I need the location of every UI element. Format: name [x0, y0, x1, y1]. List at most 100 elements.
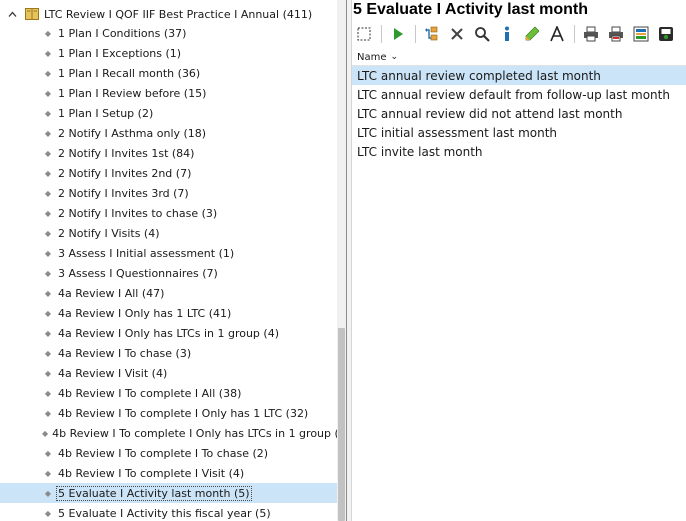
tree-item-label: 1 Plan I Review before (15) [58, 86, 207, 100]
tree-item[interactable]: ◆ 4b Review I To complete I Only has 1 LT… [0, 403, 340, 423]
list-item[interactable]: LTC initial assessment last month [352, 123, 686, 142]
print-red-icon[interactable] [606, 24, 626, 44]
bullet-icon: ◆ [44, 228, 52, 238]
select-icon[interactable] [354, 24, 374, 44]
tree-item[interactable]: ◆ 1 Plan I Exceptions (1) [0, 43, 340, 63]
report-panel: 5 Evaluate I Activity last month Name ⌄ … [352, 0, 686, 521]
tree-item[interactable]: ◆ 2 Notify I Visits (4) [0, 223, 340, 243]
tree-item-label: 4a Review I Only has 1 LTC (41) [58, 306, 232, 320]
tree-root[interactable]: LTC Review I QOF IIF Best Practice I Ann… [0, 4, 340, 24]
tree-item[interactable]: ◆ 5 Evaluate I Activity last month (5) [0, 483, 340, 503]
tree-item-label: 4a Review I Only has LTCs in 1 group (4) [58, 326, 279, 340]
bullet-icon: ◆ [44, 368, 52, 378]
tree-item-label: 1 Plan I Setup (2) [58, 106, 154, 120]
tree-item-label: 2 Notify I Invites 1st (84) [58, 146, 195, 160]
print-icon[interactable] [581, 24, 601, 44]
search-icon[interactable] [472, 24, 492, 44]
export-icon[interactable] [631, 24, 651, 44]
tree-item-label: 4a Review I Visit (4) [58, 366, 168, 380]
tree-pane: LTC Review I QOF IIF Best Practice I Ann… [0, 0, 346, 521]
tree-item[interactable]: ◆ 1 Plan I Review before (15) [0, 83, 340, 103]
list-item[interactable]: LTC annual review default from follow-up… [352, 85, 686, 104]
tree-item-label: 2 Notify I Visits (4) [58, 226, 160, 240]
bullet-icon: ◆ [44, 88, 52, 98]
save-icon[interactable] [656, 24, 676, 44]
bullet-icon: ◆ [44, 408, 52, 418]
tree-item[interactable]: ◆ 4a Review I To chase (3) [0, 343, 340, 363]
tree-item-label: 4b Review I To complete I To chase (2) [58, 446, 269, 460]
bullet-icon: ◆ [44, 448, 52, 458]
tree-item-label: 2 Notify I Invites 3rd (7) [58, 186, 189, 200]
bullet-icon: ◆ [44, 108, 52, 118]
tree-item-label: 4b Review I To complete I Only has 1 LTC… [58, 406, 309, 420]
bullet-icon: ◆ [44, 168, 52, 178]
tree-item[interactable]: ◆ 2 Notify I Invites 3rd (7) [0, 183, 340, 203]
tree-item-label: 5 Evaluate I Activity this fiscal year (… [58, 506, 271, 520]
bullet-icon: ◆ [44, 488, 52, 498]
tree-item[interactable]: ◆ 2 Notify I Invites 1st (84) [0, 143, 340, 163]
tree-item[interactable]: ◆ 3 Assess I Initial assessment (1) [0, 243, 340, 263]
bullet-icon: ◆ [44, 148, 52, 158]
bullet-icon: ◆ [44, 308, 52, 318]
tree-item[interactable]: ◆ 3 Assess I Questionnaires (7) [0, 263, 340, 283]
scrollbar-thumb[interactable] [338, 328, 345, 521]
tree-item-label: 1 Plan I Conditions (37) [58, 26, 187, 40]
bullet-icon: ◆ [44, 248, 52, 258]
refresh-icon[interactable] [422, 24, 442, 44]
tree-item[interactable]: ◆ 5 Evaluate I Activity this fiscal year … [0, 503, 340, 521]
delete-icon[interactable] [447, 24, 467, 44]
tree-item[interactable]: ◆ 4a Review I Only has LTCs in 1 group (4… [0, 323, 340, 343]
bullet-icon: ◆ [44, 468, 52, 478]
tree-item-label: 3 Assess I Initial assessment (1) [58, 246, 235, 260]
tree-item[interactable]: ◆ 1 Plan I Conditions (37) [0, 23, 340, 43]
chevron-down-icon[interactable]: ⌄ [391, 52, 399, 62]
tree-item[interactable]: ◆ 4b Review I To complete I To chase (2) [0, 443, 340, 463]
tree-item-label: 1 Plan I Exceptions (1) [58, 46, 182, 60]
tree-item[interactable]: ◆ 1 Plan I Setup (2) [0, 103, 340, 123]
font-icon[interactable] [547, 24, 567, 44]
tree-item-label: 2 Notify I Invites to chase (3) [58, 206, 218, 220]
tree-item-label: 4b Review I To complete I Visit (4) [58, 466, 245, 480]
tree-item[interactable]: ◆ 2 Notify I Invites to chase (3) [0, 203, 340, 223]
list-item[interactable]: LTC invite last month [352, 142, 686, 161]
bullet-icon: ◆ [44, 128, 52, 138]
bullet-icon: ◆ [44, 48, 52, 58]
tree-item-label: 4a Review I To chase (3) [58, 346, 192, 360]
tree-item-label: 3 Assess I Questionnaires (7) [58, 266, 218, 280]
bullet-icon: ◆ [44, 388, 52, 398]
tree-item[interactable]: ◆ 4a Review I Only has 1 LTC (41) [0, 303, 340, 323]
column-header-name[interactable]: Name ⌄ [352, 49, 686, 66]
tree-item[interactable]: ◆ 4b Review I To complete I All (38) [0, 383, 340, 403]
tree-item-label: 4b Review I To complete I Only has LTCs … [52, 426, 346, 440]
edit-icon[interactable] [522, 24, 542, 44]
toolbar [354, 23, 681, 45]
page-title: 5 Evaluate I Activity last month [353, 1, 589, 18]
bullet-icon: ◆ [44, 68, 52, 78]
tree-item[interactable]: ◆ 2 Notify I Asthma only (18) [0, 123, 340, 143]
bullet-icon: ◆ [42, 428, 49, 438]
bullet-icon: ◆ [44, 348, 52, 358]
tree-item-label: 1 Plan I Recall month (36) [58, 66, 201, 80]
tree-item-label: 2 Notify I Asthma only (18) [58, 126, 207, 140]
list-item[interactable]: LTC annual review completed last month [352, 66, 686, 85]
tree-list: ◆ 1 Plan I Conditions (37) ◆ 1 Plan I Excep… [0, 23, 346, 521]
tree-item-label: 4b Review I To complete I All (38) [58, 386, 242, 400]
tree-item[interactable]: ◆ 4b Review I To complete I Only has LTCs… [0, 423, 346, 443]
chevron-up-icon[interactable] [8, 10, 17, 19]
info-icon[interactable] [497, 24, 517, 44]
tree-item[interactable]: ◆ 2 Notify I Invites 2nd (7) [0, 163, 340, 183]
tree-item-label: 5 Evaluate I Activity last month (5) [56, 485, 252, 501]
tree-item[interactable]: ◆ 4a Review I All (47) [0, 283, 340, 303]
tree-item[interactable]: ◆ 4b Review I To complete I Visit (4) [0, 463, 340, 483]
run-icon[interactable] [388, 24, 408, 44]
bullet-icon: ◆ [44, 268, 52, 278]
toolbar-separator [574, 25, 575, 43]
tree-item-label: 4a Review I All (47) [58, 286, 165, 300]
toolbar-separator [415, 25, 416, 43]
list-item[interactable]: LTC annual review did not attend last mo… [352, 104, 686, 123]
bullet-icon: ◆ [44, 508, 52, 518]
tree-item[interactable]: ◆ 4a Review I Visit (4) [0, 363, 340, 383]
tree-scrollbar[interactable] [337, 0, 346, 521]
tree-item-label: 2 Notify I Invites 2nd (7) [58, 166, 192, 180]
tree-item[interactable]: ◆ 1 Plan I Recall month (36) [0, 63, 340, 83]
